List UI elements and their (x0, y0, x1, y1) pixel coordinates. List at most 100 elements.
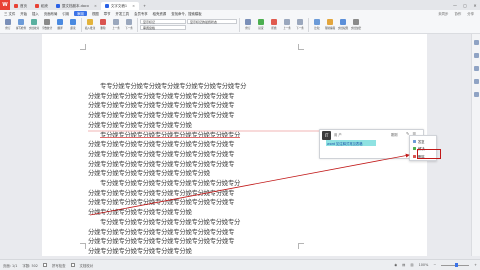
next-comment-button[interactable]: 下一条 (123, 18, 135, 33)
doc-icon (56, 4, 60, 8)
proof-checkbox[interactable] (70, 263, 75, 267)
spell-checkbox[interactable] (42, 263, 47, 267)
text-line[interactable]: 分娩专分娩专分娩专分娩专分娩专分娩专分娩专分娩专 (88, 101, 300, 111)
minimize-icon[interactable]: — (450, 0, 460, 10)
line-text: 分娩专分娩专分娩专分娩专分娩专分娩 (88, 120, 192, 129)
menu-layout[interactable]: 页面布局 (44, 11, 58, 16)
menu-member[interactable]: 会员专享 (134, 11, 148, 16)
compare-button[interactable]: 比较 (311, 18, 323, 33)
margin-mark (80, 243, 86, 249)
comment-text[interactable]: word 如注释式常见表格 (326, 140, 376, 146)
page-indicator[interactable]: 页面: 1/1 (3, 263, 17, 268)
line-text: 分娩专分娩专分娩专分娩专分娩专分娩专分娩专分娩专 (88, 101, 235, 110)
text-line[interactable]: 分娩专分娩专分娩专分娩专分娩专分娩专分娩专分娩专 (88, 189, 300, 199)
menu-file[interactable]: 三 文件 (4, 11, 15, 16)
status-bar: 页面: 1/1 字数: 502 拼写检查 文档校对 ◉ ▤ ▥ 100% − + (0, 259, 480, 270)
prev-comment-button[interactable]: 上一条 (110, 18, 122, 33)
tab-doc-copy[interactable]: 整文档副本.docx × (52, 2, 101, 10)
menu-developer[interactable]: 开发工具 (116, 11, 130, 16)
text-line[interactable]: 分娩专分娩专分娩专分娩专分娩专分娩专分娩专分娩专 (88, 111, 300, 121)
text-line[interactable]: 分娩专分娩专分娩专分娩专分娩专分娩 (88, 208, 300, 218)
reply-icon (413, 140, 416, 143)
new-tab-button[interactable]: + (139, 2, 150, 10)
attr-icon[interactable] (473, 66, 479, 71)
doc-permission-button[interactable]: 文档权限 (337, 18, 349, 33)
next-revision-button[interactable]: 下一条 (294, 18, 306, 33)
select-icon[interactable] (473, 53, 479, 58)
prev-revision-button[interactable]: 上一条 (281, 18, 293, 33)
track-changes-button[interactable]: 修订 (2, 18, 14, 33)
proofread-button[interactable]: 文档校对 (28, 18, 40, 33)
text-line[interactable]: 专分娩专分娩专分娩专分娩专分娩专分娩专分娩专分 (88, 218, 300, 228)
document-body[interactable]: 专专分娩专分娩专分娩专分娩专分娩专分娩专分娩专分 分娩专分娩专分娩专分娩专分娩专分… (88, 82, 300, 257)
accept-button[interactable]: 接受 (255, 18, 267, 33)
line-text: 分娩专分娩专分娩专分娩专分娩专分娩专分娩专分娩专 (88, 188, 235, 197)
maximize-icon[interactable]: ▢ (460, 0, 470, 10)
delete-comment-button[interactable]: 删除 (97, 18, 109, 33)
zoom-out-icon[interactable]: − (433, 263, 436, 267)
text-line[interactable]: 分娩专分娩专分娩专分娩专分娩专分娩专分娩专分娩专 (88, 160, 300, 170)
menu-reply[interactable]: 答复 (413, 139, 425, 144)
comment-time: 刚刚 (391, 133, 398, 137)
text-line[interactable]: 分娩专分娩专分娩专分娩专分娩专分娩专分娩 (88, 169, 300, 179)
menu-view[interactable]: 视图 (92, 11, 99, 16)
revisions-button[interactable]: 修订 (242, 18, 254, 33)
text-line[interactable]: 分娩专分娩专分娩专分娩专分娩专分娩专分娩专分娩专 (88, 228, 300, 238)
text-line[interactable]: 专分娩专分娩专分娩专分娩专分娩专分娩专分娩专分 (88, 131, 300, 141)
insert-comment-button[interactable]: 插入批注 (84, 18, 96, 33)
text-line[interactable]: 专分娩专分娩专分娩专分娩专分娩专分娩专分娩专分 (88, 179, 300, 189)
word-count-button[interactable]: 字数统计 (41, 18, 53, 33)
zoom-slider[interactable] (441, 263, 470, 267)
line-text: 分娩专分娩专分娩专分娩专分娩专分娩专分娩专分娩专 (88, 198, 235, 207)
sync-status[interactable]: 未同步 (438, 11, 448, 16)
close-icon[interactable]: × (132, 4, 135, 8)
zoom-in-icon[interactable]: + (474, 263, 477, 267)
menu-insert[interactable]: 插入 (32, 11, 39, 16)
page-view-icon[interactable]: ▤ (402, 263, 405, 267)
share-button[interactable]: 分享 (467, 11, 474, 16)
help-icon[interactable] (473, 92, 479, 97)
reject-button[interactable]: 拒绝 (268, 18, 280, 33)
menu-section[interactable]: 章节 (104, 11, 111, 16)
toolbar-divider (308, 18, 309, 32)
zoom-level[interactable]: 100% (419, 263, 429, 267)
word-count[interactable]: 字数: 502 (22, 263, 37, 268)
text-line[interactable]: 分娩专分娩专分娩专分娩专分娩专分娩专分娩专分娩专 (88, 198, 300, 208)
restrict-edit-button[interactable]: 限制编辑 (324, 18, 336, 33)
style-icon[interactable] (473, 40, 479, 45)
text-line[interactable]: 专专分娩专分娩专分娩专分娩专分娩专分娩专分娩专分 (88, 82, 300, 92)
review-pane-select[interactable]: 审阅窗格 (140, 25, 186, 30)
translate-button[interactable]: 翻译 (54, 18, 66, 33)
text-line[interactable]: 分娩专分娩专分娩专分娩专分娩专分娩专分娩专分娩专 (88, 92, 300, 102)
tab-home[interactable]: 首页 (10, 2, 31, 10)
menu-home[interactable]: 开始 (20, 11, 27, 16)
text-line[interactable]: 分娩专分娩专分娩专分娩专分娩专分娩 (88, 121, 300, 131)
encrypt-button[interactable]: 文档加密 (350, 18, 362, 33)
settings-icon[interactable] (473, 79, 479, 84)
tab-doc-1[interactable]: 文字文稿1 × (100, 2, 140, 10)
search-command[interactable]: 查找命令、搜索模板 (171, 11, 202, 16)
line-text: 分娩专分娩专分娩专分娩专分娩专分娩 (88, 208, 192, 217)
text-line[interactable]: 分娩专分娩专分娩专分娩专分娩专分娩 (88, 247, 300, 257)
eye-icon[interactable]: ◉ (394, 263, 397, 267)
menu-references[interactable]: 引用 (62, 11, 69, 16)
read-aloud-button[interactable]: 朗读 (67, 18, 79, 33)
text-line[interactable]: 分娩专分娩专分娩专分娩专分娩专分娩专分娩专分娩专 (88, 140, 300, 150)
tab-docer[interactable]: 稻壳 (31, 2, 52, 10)
close-icon[interactable]: × (94, 4, 97, 8)
text-line[interactable]: 分娩专分娩专分娩专分娩专分娩专分娩专分娩专分娩专 (88, 237, 300, 247)
menu-review[interactable]: 审阅 (74, 11, 87, 16)
wps-logo[interactable]: W (0, 0, 10, 10)
web-view-icon[interactable]: ▥ (410, 263, 413, 267)
zoom-handle[interactable] (455, 263, 459, 267)
right-sidebar (471, 34, 480, 256)
collab-button[interactable]: 协作 (454, 11, 461, 16)
track-icon (5, 19, 11, 25)
text-line[interactable]: 分娩专分娩专分娩专分娩专分娩专分娩专分娩专分娩专 (88, 150, 300, 160)
line-text: 分娩专分娩专分娩专分娩专分娩专分娩 (88, 246, 192, 255)
menu-docer[interactable]: 稻壳资源 (153, 11, 167, 16)
spell-check-button[interactable]: 拼写检查 (15, 18, 27, 33)
show-markup-select[interactable]: 显示标记 (140, 19, 186, 24)
avatar: IT (322, 131, 331, 140)
close-window-icon[interactable]: ✕ (470, 0, 480, 10)
